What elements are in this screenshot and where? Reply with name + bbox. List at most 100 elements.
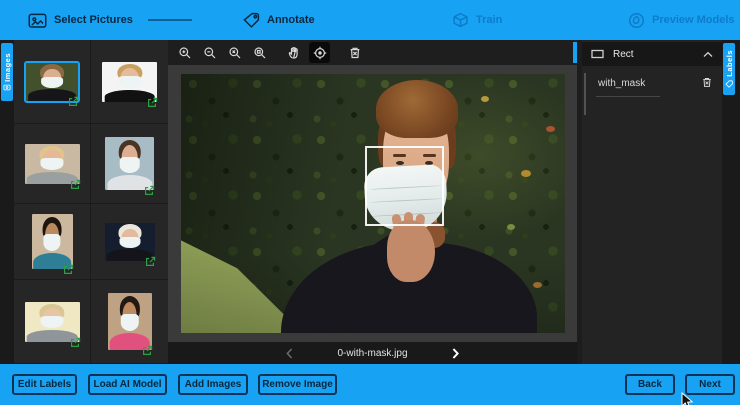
zoom-fit-button[interactable] [249, 42, 270, 63]
thumbnail-item-3[interactable] [14, 124, 91, 204]
labels-panel: Rect with_mask [582, 40, 722, 364]
labels-tab[interactable]: Labels [723, 43, 735, 95]
thumb-person-mask [119, 237, 140, 248]
thumb-person-mask [41, 77, 63, 88]
open-external-icon[interactable] [63, 262, 74, 273]
panel-scrollbar[interactable] [584, 73, 586, 115]
open-external-icon[interactable] [70, 335, 81, 346]
step-connector-line [148, 19, 192, 21]
thumb-person-mask [40, 158, 63, 170]
step-annotate[interactable]: Annotate [243, 0, 315, 40]
thumbnail-item-6[interactable] [91, 204, 168, 280]
left-edge-strip: Images [0, 40, 14, 364]
delete-label-button[interactable] [701, 76, 713, 89]
thumbnail-item-1[interactable] [14, 40, 91, 124]
zoom-reset-button[interactable] [224, 42, 245, 63]
mouse-cursor-icon [681, 392, 694, 405]
thumbnail-item-8[interactable] [91, 280, 168, 364]
image-thumbnail-list [14, 40, 168, 364]
open-external-icon[interactable] [144, 183, 155, 194]
photo-leaf-accent [546, 126, 555, 132]
step-label: Select Pictures [54, 14, 133, 26]
annotation-box[interactable] [365, 146, 444, 226]
load-ai-model-button[interactable]: Load AI Model [88, 374, 167, 395]
image-nav-bar: 0-with-mask.jpg [168, 342, 577, 364]
step-select-pictures[interactable]: Select Pictures [28, 0, 133, 40]
trash-icon [348, 46, 362, 60]
label-name-underline [596, 96, 660, 97]
thumbnail-item-5[interactable] [14, 204, 91, 280]
photo-leaf-accent [507, 224, 515, 230]
step-train: Train [452, 0, 502, 40]
zoom-reset-icon [228, 46, 242, 60]
add-images-button[interactable]: Add Images [178, 374, 248, 395]
images-icon [3, 84, 11, 91]
zoom-in-icon [178, 46, 192, 60]
thumbnail-image[interactable] [108, 293, 152, 350]
pictures-icon [28, 12, 47, 29]
annotation-canvas: 0-with-mask.jpg [168, 40, 577, 364]
section-title: Rect [613, 49, 694, 60]
labels-tab-label: Labels [725, 50, 734, 77]
zoom-out-icon [203, 46, 217, 60]
edit-labels-button[interactable]: Edit Labels [12, 374, 77, 395]
label-entry-row: with_mask [582, 70, 722, 104]
step-label: Train [476, 14, 502, 26]
thumb-person-mask [118, 76, 141, 88]
hand-icon [288, 46, 301, 59]
open-external-icon[interactable] [147, 95, 158, 106]
step-preview-models: Preview Models [628, 0, 735, 40]
step-bar: Select Pictures Annotate Train Preview M… [0, 0, 740, 40]
open-external-icon[interactable] [142, 343, 153, 354]
previous-image-button[interactable] [286, 348, 293, 359]
photo-leaf-accent [481, 96, 489, 102]
cube-icon [452, 12, 469, 28]
label-name-field[interactable]: with_mask [598, 78, 645, 89]
tag-icon [725, 80, 733, 88]
footer-bar: Edit Labels Load AI Model Add Images Remove… [0, 364, 740, 405]
image-filename: 0-with-mask.jpg [337, 348, 407, 359]
chevron-up-icon [703, 51, 713, 58]
photo-man-hair [376, 80, 458, 138]
thumbnail-item-4[interactable] [91, 124, 168, 204]
photo-leaf-accent [533, 282, 542, 288]
photo-man-hand [387, 220, 435, 282]
thumb-person-mask [120, 314, 138, 331]
target-tool-button[interactable] [309, 42, 330, 63]
images-tab[interactable]: Images [1, 43, 13, 101]
remove-image-button[interactable]: Remove Image [258, 374, 337, 395]
open-external-icon[interactable] [70, 177, 81, 188]
trash-icon [701, 76, 713, 89]
right-edge-strip: Labels [722, 40, 740, 364]
thumb-person-mask [40, 316, 63, 328]
thumbnail-item-7[interactable] [14, 280, 91, 364]
rect-section-header[interactable]: Rect [582, 42, 722, 66]
back-button[interactable]: Back [625, 374, 675, 395]
collapse-section-button[interactable] [703, 51, 713, 58]
pan-tool-button[interactable] [284, 42, 305, 63]
thumb-person-mask [119, 157, 140, 173]
thumbnail-item-2[interactable] [91, 40, 168, 124]
open-external-icon[interactable] [145, 254, 156, 265]
step-label: Annotate [267, 14, 315, 26]
thumbnail-image[interactable] [32, 214, 73, 269]
zoom-in-button[interactable] [174, 42, 195, 63]
delete-annotation-button[interactable] [344, 42, 365, 63]
canvas-viewport[interactable] [168, 65, 577, 342]
step-label: Preview Models [652, 14, 735, 26]
zoom-out-button[interactable] [199, 42, 220, 63]
target-icon [313, 46, 327, 60]
preview-models-icon [628, 12, 645, 29]
next-image-button[interactable] [452, 348, 459, 359]
annotation-app-window: Select Pictures Annotate Train Preview M… [0, 0, 740, 405]
chevron-right-icon [452, 348, 459, 359]
photo-leaf-accent [521, 170, 531, 177]
thumb-person-mask [43, 234, 60, 251]
canvas-toolbar [168, 40, 577, 65]
canvas-scrollbar[interactable] [573, 42, 577, 63]
photo-0-with-mask [181, 74, 565, 333]
images-tab-label: Images [3, 53, 12, 82]
open-external-icon[interactable] [68, 94, 79, 105]
chevron-left-icon [286, 348, 293, 359]
tag-icon [243, 12, 260, 29]
